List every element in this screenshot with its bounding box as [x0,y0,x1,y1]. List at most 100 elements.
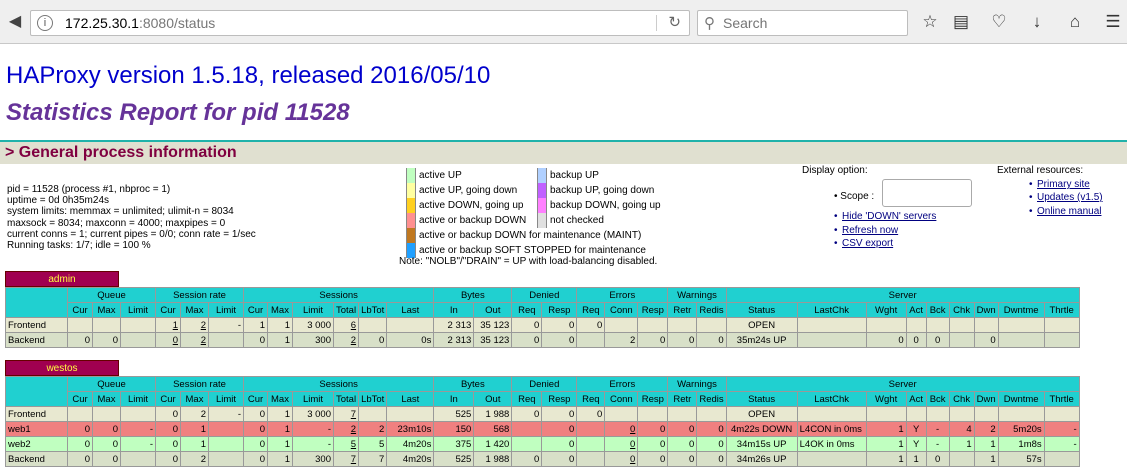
table-row[interactable]: Frontend 0 2-0 1 3 000 7 525 1 988 0 0 0 OPEN [5,406,1080,422]
table-cell: 7 [332,451,360,467]
table-cell: 1 420 [473,436,513,452]
table-cell: 0 [637,421,669,437]
table-cell: 1 [267,436,293,452]
search-box[interactable]: ⚲ [697,10,908,36]
table-row[interactable]: web1 0 0-0 1 0 1-2 2 23m10s 150 568 0 0 0 0 0 4m22s DOW… [5,421,1080,437]
row-name-cell[interactable]: web1 [5,421,68,437]
table-cell: 0 [667,451,698,467]
table-cell [208,421,244,437]
online-manual-link[interactable]: • Online manual [1029,206,1101,217]
column-header: Act [905,302,927,318]
row-name-cell[interactable]: Frontend [5,406,68,422]
process-info-line: current conns = 1; current pipes = 0/0; … [7,228,256,240]
search-input[interactable] [723,14,898,32]
table-cell [696,406,727,422]
reading-list-icon[interactable]: ▤ [950,12,972,34]
primary-site-text[interactable]: Primary site [1037,179,1090,190]
table-cell: 0 [696,332,727,348]
table-cell [905,317,927,333]
column-header: Redis [696,302,727,318]
table-cell: - [292,421,334,437]
legend-swatch [406,213,416,228]
group-header: Server [725,287,1080,303]
table-cell: 568 [473,421,513,437]
table-cell: 0 [511,451,543,467]
table-cell: 1 988 [473,406,513,422]
table-cell: 4m22s DOWN [725,421,798,437]
column-header: LastChk [796,302,867,318]
legend-label: active or backup DOWN [419,215,527,226]
column-header: Act [905,391,927,407]
table-cell: 2 313 [433,332,475,348]
table-cell [576,332,606,348]
table-row[interactable]: Frontend 1 2-1 1 3 000 6 2 313 35 123 0 0 0 OPEN [5,317,1080,333]
column-header: Chk [948,302,975,318]
table-cell: 1 [865,436,907,452]
row-name-cell[interactable]: Backend [5,332,68,348]
table-row[interactable]: Backend 0 0 0 2 0 1 300 7 7 4m20s 525 1 988 0 0 0 0 0 0 34m… [5,451,1080,467]
table-cell: 0 [155,451,181,467]
column-header: Limit [120,391,156,407]
legend-swatch [537,198,547,213]
site-info-icon[interactable]: i [37,15,53,31]
reload-icon[interactable]: ↻ [668,11,681,35]
back-icon[interactable]: ◀ [4,11,26,33]
hide-down-link[interactable]: • Hide 'DOWN' servers [834,211,936,222]
primary-site-link[interactable]: • Primary site [1029,179,1090,190]
process-info-line: pid = 11528 (process #1, nbproc = 1) [7,184,171,195]
pocket-icon[interactable]: ♡ [988,12,1010,34]
bookmark-star-icon[interactable]: ☆ [919,12,941,34]
table-cell: 1 988 [473,451,513,467]
table-cell: - [208,406,244,422]
table-cell: 0 [541,436,578,452]
refresh-now-text[interactable]: Refresh now [842,225,898,236]
url-bar[interactable]: i 172.25.30.1:8080/status ↻ [30,10,690,36]
proxy-table-westos: Queue Session rate Sessions Bytes Denied Erro… [5,376,1080,467]
table-cell: 0 [155,436,181,452]
table-cell [92,317,121,333]
row-name-cell[interactable]: Backend [5,451,68,467]
column-header: Max [92,391,121,407]
group-header: Errors [576,376,669,392]
table-row[interactable]: Backend 0 0 0 2 0 1 300 2 0 0s 2 313 35 123 0 0 2 0 0 0 35m… [5,332,1080,348]
browser-toolbar: ◀ i 172.25.30.1:8080/status ↻ ⚲ ☆ ▤ ♡ ↓ … [0,0,1127,44]
row-name-cell[interactable]: Frontend [5,317,68,333]
home-icon[interactable]: ⌂ [1064,12,1086,34]
group-header: Session rate [155,287,244,303]
group-header: Bytes [433,287,513,303]
page-content: HAProxy version 1.5.18, released 2016/05… [0,45,1127,467]
proxy-name-westos[interactable]: westos [5,360,119,376]
online-manual-text[interactable]: Online manual [1037,206,1101,217]
updates-text[interactable]: Updates (v1.5) [1037,192,1103,203]
proxy-name-admin[interactable]: admin [5,271,119,287]
table-cell: L4OK in 0ms [796,436,867,452]
table-cell: 525 [433,451,475,467]
hide-down-text[interactable]: Hide 'DOWN' servers [842,211,936,222]
table-cell [997,332,1045,348]
updates-link[interactable]: • Updates (v1.5) [1029,192,1103,203]
table-column-header: Cur Max Limit Cur Max Limit Cur Max Limit Total Lb… [6,302,1080,318]
menu-icon[interactable]: ☰ [1102,12,1124,34]
table-cell: 0 [973,332,999,348]
table-cell: 1 [267,317,293,333]
download-icon[interactable]: ↓ [1026,12,1048,34]
table-cell: - [1043,421,1080,437]
header-blank [5,376,68,407]
table-cell [120,317,156,333]
report-heading: Statistics Report for pid 11528 [6,99,350,126]
legend-label: backup UP, going down [550,185,655,196]
refresh-now-link[interactable]: • Refresh now [834,225,898,236]
scope-input[interactable] [882,179,972,207]
scope-text: Scope : [840,191,875,202]
process-info-line: Running tasks: 1/7; idle = 100 % [7,240,151,252]
external-resources: External resources: • Primary site • Updat… [997,165,1103,217]
csv-export-link[interactable]: • CSV export [834,238,893,249]
row-name-cell[interactable]: web2 [5,436,68,452]
group-header: Bytes [433,376,513,392]
table-cell: - [925,436,950,452]
column-header: Cur [155,391,181,407]
table-cell: 0 [511,317,543,333]
csv-export-text[interactable]: CSV export [842,238,893,249]
table-column-header: Cur Max Limit Cur Max Limit Cur Max Limit Total Lb… [6,391,1080,407]
table-row[interactable]: web2 0 0-0 1 0 1-5 5 4m20s 375 1 420 0 0 0 0 0 34m15s U… [5,436,1080,452]
